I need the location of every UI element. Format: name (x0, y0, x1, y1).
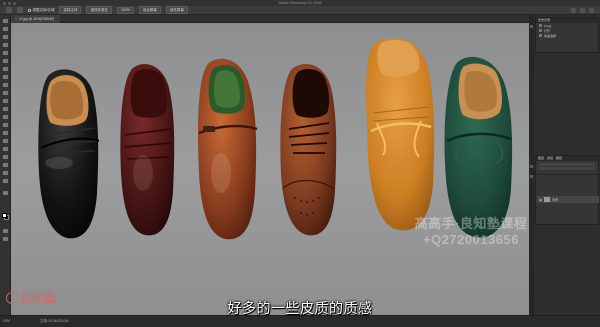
layer-row[interactable]: ◉ 背景 (537, 196, 599, 203)
healing-tool-icon[interactable] (3, 75, 8, 79)
layer-controls (536, 162, 598, 175)
layer-name: 背景 (552, 197, 559, 202)
zoom-100-button[interactable]: 100% (116, 6, 134, 14)
tools-panel (0, 15, 11, 315)
history-item[interactable]: 快速选择 (536, 33, 598, 38)
fill-screen-button[interactable]: 填充屏幕 (165, 6, 188, 14)
tab-channels[interactable]: 通道 (547, 156, 553, 161)
lock-controls[interactable] (539, 167, 595, 170)
history-panel: 历史记录 1f.jpg 打开 快速选择 (535, 17, 599, 53)
eye-icon[interactable]: ◉ (539, 198, 542, 202)
tab-paths[interactable]: 路径 (556, 156, 562, 161)
history-state-icon (539, 34, 542, 37)
crop-tool-icon[interactable] (3, 51, 8, 55)
path-select-tool-icon[interactable] (3, 155, 8, 159)
workspace-icon[interactable] (580, 7, 585, 13)
app-title: Adobe Photoshop CC 2019 (278, 1, 322, 5)
layers-panel: 图层 通道 路径 ◉ 背景 (535, 155, 599, 225)
document-tab-bar: × 1f.jpg @ 25%(RGB/8*) (11, 15, 529, 23)
screen-mode-icon[interactable] (3, 237, 8, 241)
panel-icon-strip (529, 15, 534, 315)
burgundy-shoe (120, 64, 175, 236)
orange-suede-boot (366, 38, 435, 231)
dodge-tool-icon[interactable] (3, 131, 8, 135)
move-tool-icon[interactable] (3, 19, 8, 23)
type-tool-icon[interactable] (3, 147, 8, 151)
shoes-photo (38, 38, 513, 240)
options-bar: 调整边缘/区域 选择主体 选择并遮住 100% 适合屏幕 填充屏幕 (0, 6, 600, 15)
select-subject-button[interactable]: 选择主体 (59, 6, 82, 14)
select-and-mask-button[interactable]: 选择并遮住 (86, 6, 112, 14)
blend-mode-select[interactable] (539, 162, 595, 166)
snapshot-thumbnail (539, 24, 542, 27)
document-tab[interactable]: × 1f.jpg @ 25%(RGB/8*) (11, 15, 61, 23)
brush-size-icon[interactable] (17, 7, 23, 13)
document-canvas[interactable]: 高高手·良知塾课程 +Q2720013656 (11, 23, 529, 315)
shape-tool-icon[interactable] (3, 163, 8, 167)
eyedropper-tool-icon[interactable] (3, 67, 8, 71)
zoom-tool-icon[interactable] (3, 179, 8, 183)
history-state-icon (539, 29, 542, 32)
lasso-tool-icon[interactable] (3, 35, 8, 39)
pen-tool-icon[interactable] (3, 139, 8, 143)
properties-panel-icon[interactable] (530, 175, 533, 178)
frame-tool-icon[interactable] (3, 59, 8, 63)
close-tab-icon[interactable]: × (15, 17, 17, 21)
fit-screen-button[interactable]: 适合屏幕 (138, 6, 161, 14)
document-size: 文档:33.0M/33.0M (40, 319, 69, 323)
stamp-tool-icon[interactable] (3, 91, 8, 95)
share-icon[interactable] (589, 7, 594, 13)
right-dock: 历史记录 1f.jpg 打开 快速选择 图层 通道 路径 ◉ 背景 (529, 15, 600, 315)
blur-tool-icon[interactable] (3, 123, 8, 127)
cognac-monk-shoe (198, 58, 258, 240)
history-panel-icon[interactable] (530, 25, 533, 28)
hand-tool-icon[interactable] (3, 171, 8, 175)
layer-thumbnail (544, 197, 551, 202)
foreground-color-swatch[interactable] (2, 213, 7, 218)
quick-select-tool-icon[interactable] (3, 43, 8, 47)
eraser-tool-icon[interactable] (3, 107, 8, 111)
watermark: 高高手·良知塾课程 +Q2720013656 (414, 216, 528, 247)
quick-select-icon[interactable] (6, 7, 12, 13)
marquee-tool-icon[interactable] (3, 27, 8, 31)
video-subtitle: 好多的一些皮质的质感 (227, 301, 373, 317)
brown-wingtip-shoe (280, 64, 337, 236)
sample-all-checkbox[interactable]: 调整边缘/区域 (28, 8, 54, 13)
tab-layers[interactable]: 图层 (538, 156, 544, 161)
search-icon[interactable] (571, 7, 576, 13)
zoom-level[interactable]: 25% (3, 319, 10, 323)
gradient-tool-icon[interactable] (3, 115, 8, 119)
black-shoe (38, 69, 100, 239)
layers-panel-icon[interactable] (530, 165, 533, 168)
history-brush-tool-icon[interactable] (3, 99, 8, 103)
green-suede-loafer (444, 56, 513, 238)
brush-tool-icon[interactable] (3, 83, 8, 87)
quick-mask-icon[interactable] (3, 229, 8, 233)
edit-toolbar-icon[interactable] (3, 191, 8, 195)
